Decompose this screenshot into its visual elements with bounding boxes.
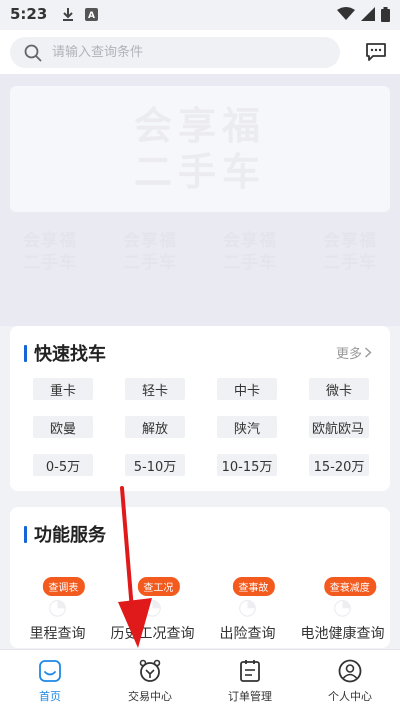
home-icon <box>39 660 61 682</box>
tab-label: 首页 <box>39 690 61 703</box>
banner-watermark-line2: 二手车 <box>133 150 266 194</box>
search-icon <box>24 44 42 61</box>
tag-price-15-20[interactable]: 15-20万 <box>309 454 369 476</box>
watermark-logo: 会享福 二手车 <box>323 231 377 273</box>
tag-brand-ouhang[interactable]: 欧航欧马 <box>309 416 369 438</box>
service-badge: 查衰减度 <box>323 577 376 596</box>
tag-price-0-5[interactable]: 0-5万 <box>33 454 93 476</box>
tag-heavy-truck[interactable]: 重卡 <box>33 378 93 400</box>
service-badge: 查调表 <box>42 577 85 596</box>
banner-watermark-line1: 会享福 <box>133 104 266 148</box>
quick-find-title: 快速找车 <box>24 340 106 366</box>
quick-find-tags: 重卡 轻卡 中卡 微卡 欧曼 解放 陕汽 欧航欧马 0-5万 5-10万 10-… <box>33 378 378 476</box>
service-mileage[interactable]: 查调表 ◔ 里程查询 <box>12 573 104 643</box>
status-bar: 5:23 A <box>0 0 400 28</box>
tab-label: 个人中心 <box>328 690 372 703</box>
service-badge: 查工况 <box>137 577 180 596</box>
watermark-logo: 会享福 二手车 <box>223 231 277 273</box>
person-icon <box>338 659 362 683</box>
tag-price-10-15[interactable]: 10-15万 <box>217 454 277 476</box>
service-accident[interactable]: 查事故 ◔ 出险查询 <box>202 573 294 643</box>
tag-brand-ouman[interactable]: 欧曼 <box>33 416 93 438</box>
battery-health-icon: ◔ <box>332 595 353 620</box>
battery-icon <box>381 6 390 22</box>
search-bar[interactable] <box>10 37 340 68</box>
a-icon: A <box>85 7 99 21</box>
gauge-icon: ◔ <box>47 595 68 620</box>
tag-brand-shaanqi[interactable]: 陕汽 <box>217 416 277 438</box>
tag-light-truck[interactable]: 轻卡 <box>125 378 185 400</box>
title-accent-bar <box>24 525 27 543</box>
history-icon: ◔ <box>142 595 163 620</box>
more-link[interactable]: 更多 <box>336 343 372 362</box>
watermark-logo: 会享福 二手车 <box>23 231 77 273</box>
service-label: 里程查询 <box>29 626 86 642</box>
shield-icon: ◔ <box>237 595 258 620</box>
service-battery[interactable]: 查衰减度 ◔ 电池健康查询 <box>297 573 389 643</box>
tag-medium-truck[interactable]: 中卡 <box>217 378 277 400</box>
service-label: 出险查询 <box>219 626 276 642</box>
svg-text:A: A <box>88 11 95 21</box>
trade-icon <box>139 659 161 682</box>
tab-trade-center[interactable]: 交易中心 <box>100 650 200 711</box>
bottom-tab-bar: 首页 交易中心 订单管理 个人中心 <box>0 649 400 711</box>
service-badge: 查事故 <box>232 577 275 596</box>
service-label: 电池健康查询 <box>300 626 385 642</box>
services-card: 功能服务 查调表 ◔ 里程查询 查工况 ◔ 历史工况查询 查事故 ◔ 出险查询 … <box>10 507 390 648</box>
tag-price-5-10[interactable]: 5-10万 <box>125 454 185 476</box>
service-label: 历史工况查询 <box>110 626 195 642</box>
watermark-row: 会享福 二手车 会享福 二手车 会享福 二手车 会享福 二手车 <box>0 230 400 274</box>
signal-icon <box>361 7 375 21</box>
banner-card[interactable]: 会享福 二手车 <box>10 86 390 212</box>
services-list: 查调表 ◔ 里程查询 查工况 ◔ 历史工况查询 查事故 ◔ 出险查询 查衰减度 … <box>10 573 390 643</box>
wifi-icon <box>337 7 355 20</box>
search-input[interactable] <box>52 45 302 60</box>
tab-label: 交易中心 <box>128 690 172 703</box>
search-header <box>0 30 400 74</box>
chevron-right-icon <box>365 347 372 358</box>
tab-home[interactable]: 首页 <box>0 650 100 711</box>
banner-area: 会享福 二手车 会享福 二手车 会享福 二手车 会享福 二手车 会享福 二手车 <box>0 74 400 326</box>
services-title: 功能服务 <box>24 521 106 547</box>
order-icon <box>240 660 260 682</box>
tag-brand-jiefang[interactable]: 解放 <box>125 416 185 438</box>
tab-label: 订单管理 <box>228 690 272 703</box>
tab-order-management[interactable]: 订单管理 <box>200 650 300 711</box>
title-accent-bar <box>24 344 27 362</box>
download-icon <box>63 8 74 21</box>
quick-find-card: 快速找车 更多 重卡 轻卡 中卡 微卡 欧曼 解放 陕汽 欧航欧马 0-5万 5… <box>10 326 390 491</box>
message-icon[interactable] <box>364 40 388 64</box>
status-time: 5:23 <box>10 5 48 23</box>
tab-personal-center[interactable]: 个人中心 <box>300 650 400 711</box>
watermark-logo: 会享福 二手车 <box>123 231 177 273</box>
service-history[interactable]: 查工况 ◔ 历史工况查询 <box>107 573 199 643</box>
tag-mini-truck[interactable]: 微卡 <box>309 378 369 400</box>
